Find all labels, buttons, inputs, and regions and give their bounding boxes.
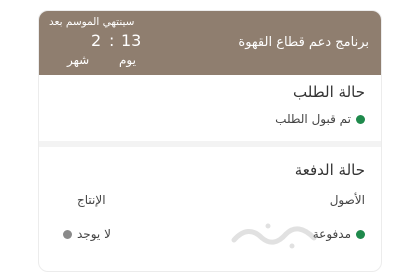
- assets-status-row: مدفوعة: [313, 227, 365, 241]
- section-divider: [39, 141, 381, 147]
- request-status-title: حالة الطلب: [293, 83, 365, 101]
- status-dot-icon: [63, 229, 72, 239]
- months-value: 2: [91, 31, 102, 50]
- countdown-separator: :: [109, 31, 115, 50]
- program-card: برنامج دعم قطاع القهوة سينتهي الموسم بعد…: [38, 10, 382, 272]
- program-header: برنامج دعم قطاع القهوة سينتهي الموسم بعد…: [39, 11, 381, 75]
- program-title: برنامج دعم قطاع القهوة: [238, 35, 369, 50]
- production-status-text: لا يوجد: [77, 227, 111, 241]
- production-label: الإنتاج: [77, 193, 106, 207]
- months-unit: شهر: [67, 53, 90, 67]
- request-status-text: تم قبول الطلب: [275, 112, 351, 126]
- request-status-row: تم قبول الطلب: [275, 112, 365, 126]
- status-dot-icon: [356, 229, 365, 239]
- payment-status-title: حالة الدفعة: [294, 161, 365, 179]
- days-unit: يوم: [119, 53, 136, 67]
- assets-label: الأصول: [329, 193, 365, 207]
- production-status-row: لا يوجد: [63, 227, 111, 241]
- status-dot-icon: [356, 114, 365, 124]
- days-value: 13: [121, 31, 142, 50]
- site-watermark-logo: [231, 223, 317, 249]
- countdown-label: سينتهي الموسم بعد: [49, 16, 135, 28]
